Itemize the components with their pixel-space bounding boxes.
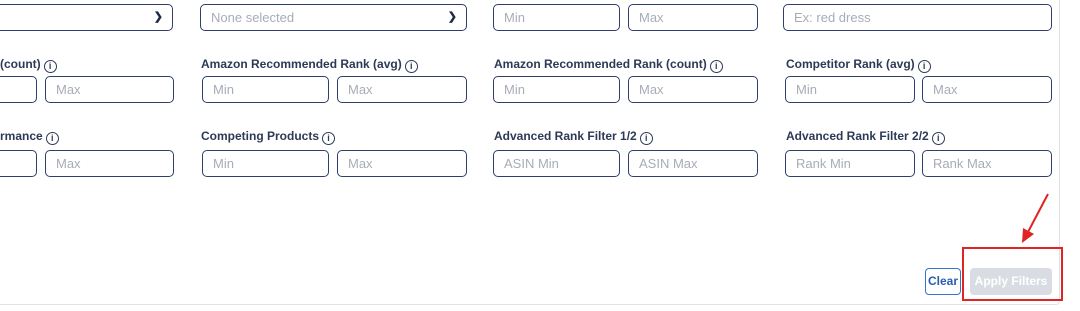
- competitor-rank-avg-min[interactable]: Min: [785, 76, 915, 103]
- competitor-rank-avg-max[interactable]: Max: [922, 76, 1052, 103]
- amazon-rec-rank-count-min[interactable]: Min: [493, 76, 620, 103]
- label-competing-products: Competing Products i: [201, 128, 336, 145]
- label-advanced-rank-filter-1: Advanced Rank Filter 1/2 i: [494, 128, 653, 145]
- rank-min-input[interactable]: Rank Min: [785, 150, 915, 177]
- clear-button[interactable]: Clear: [925, 268, 961, 295]
- label-performance-partial: rmance i: [0, 128, 59, 145]
- asin-min-input[interactable]: ASIN Min: [493, 150, 620, 177]
- label-amazon-rec-rank-count: Amazon Recommended Rank (count) i: [494, 56, 723, 73]
- annotation-highlight-box: [962, 247, 1063, 301]
- competing-products-max[interactable]: Max: [337, 150, 467, 177]
- label-competitor-rank-avg: Competitor Rank (avg) i: [786, 56, 931, 73]
- annotation-arrow-icon: [1022, 193, 1049, 243]
- info-icon[interactable]: i: [709, 60, 723, 73]
- performance-max-input[interactable]: Max: [45, 150, 174, 177]
- label-amazon-rec-rank-avg: Amazon Recommended Rank (avg) i: [201, 56, 418, 73]
- amazon-rec-rank-avg-min[interactable]: Min: [202, 76, 329, 103]
- amazon-rec-rank-count-max[interactable]: Max: [628, 76, 758, 103]
- asin-max-input[interactable]: ASIN Max: [628, 150, 758, 177]
- amazon-rec-rank-avg-max[interactable]: Max: [337, 76, 467, 103]
- chevron-down-icon: ❯: [447, 11, 457, 23]
- keyword-input[interactable]: Ex: red dress: [783, 4, 1052, 31]
- label-count-partial: (count) i: [0, 56, 57, 73]
- count-max-input[interactable]: Max: [45, 76, 174, 103]
- range-max-input[interactable]: Max: [628, 4, 758, 31]
- info-icon[interactable]: i: [639, 132, 653, 145]
- partial-select[interactable]: ❯: [0, 4, 173, 31]
- count-min-input[interactable]: [0, 76, 37, 103]
- competing-products-min[interactable]: Min: [202, 150, 329, 177]
- performance-min-input[interactable]: [0, 150, 37, 177]
- none-selected-dropdown[interactable]: None selected ❯: [200, 4, 467, 31]
- info-icon[interactable]: i: [322, 132, 336, 145]
- info-icon[interactable]: i: [404, 60, 418, 73]
- chevron-down-icon: ❯: [153, 11, 163, 23]
- info-icon[interactable]: i: [931, 132, 945, 145]
- label-advanced-rank-filter-2: Advanced Rank Filter 2/2 i: [786, 128, 945, 145]
- rank-max-input[interactable]: Rank Max: [922, 150, 1052, 177]
- info-icon[interactable]: i: [43, 60, 57, 73]
- info-icon[interactable]: i: [917, 60, 931, 73]
- range-min-input[interactable]: Min: [493, 4, 620, 31]
- info-icon[interactable]: i: [45, 132, 59, 145]
